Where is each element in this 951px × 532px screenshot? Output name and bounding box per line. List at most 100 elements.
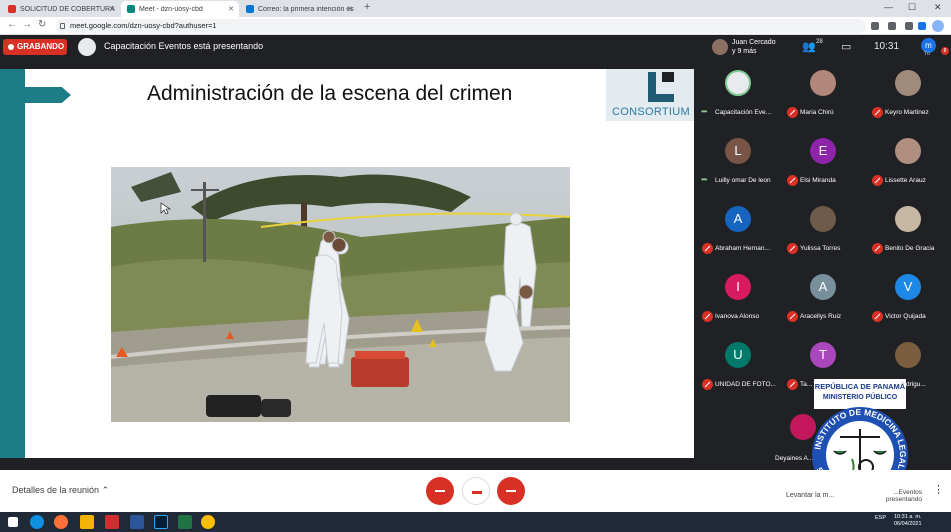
url-input[interactable]: meet.google.com/dzn-uosy-cbd?authuser=1 — [56, 19, 866, 33]
crime-scene-photo — [111, 167, 570, 422]
reload-icon[interactable]: ↻ — [38, 19, 46, 30]
participant-tile[interactable]: V Victor Quijada — [866, 263, 951, 331]
chevron-up-icon: ⌃ — [101, 485, 110, 495]
participant-avatar — [895, 138, 921, 164]
speaking-indicator-icon: ••• — [701, 107, 707, 116]
participant-name: Benito De Gracia — [885, 245, 935, 252]
participant-avatar: I — [725, 274, 751, 300]
people-count: 28 — [816, 39, 823, 45]
tab-correo[interactable]: Correo: la primera intención es la ✕ — [240, 1, 358, 17]
windows-start-icon[interactable] — [8, 517, 18, 527]
mic-muted-icon — [872, 243, 883, 254]
raise-hand-button[interactable]: Levantar la m... — [786, 492, 834, 499]
tab-cobertura[interactable]: SOLICITUD DE COBERTURA PARA ✕ — [2, 1, 120, 17]
close-icon[interactable]: ✕ — [109, 5, 115, 13]
browser-tab-strip: SOLICITUD DE COBERTURA PARA ✕ Meet - dzn… — [0, 0, 951, 17]
participant-avatar — [810, 70, 836, 96]
outlook-icon — [246, 5, 254, 13]
chat-icon[interactable]: ▭ — [841, 40, 851, 53]
participant-name: Lissette Arauz — [885, 177, 926, 184]
edge-icon[interactable] — [30, 515, 44, 529]
participant-tile[interactable]: I Ivanova Alonso — [696, 263, 781, 331]
firefox-icon[interactable] — [54, 515, 68, 529]
participant-avatar: A — [725, 206, 751, 232]
slide-accent-bar — [0, 69, 25, 458]
minimize-icon[interactable]: — — [884, 2, 893, 12]
people-icon[interactable]: 👥 — [802, 40, 816, 53]
star-icon[interactable] — [888, 22, 896, 30]
participant-tile[interactable]: Yulissa Torres — [781, 195, 866, 263]
participant-avatar — [895, 342, 921, 368]
participant-tile[interactable]: Lissette Arauz — [866, 127, 951, 195]
participant-avatar: V — [895, 274, 921, 300]
participant-name: Maria Chirú — [800, 109, 834, 116]
participant-tile[interactable]: Maria Chirú — [781, 59, 866, 127]
extension-icon[interactable] — [905, 22, 913, 30]
language-indicator[interactable]: ESP — [875, 515, 886, 521]
participant-tile[interactable]: ••• Capacitación Eve... — [696, 59, 781, 127]
participant-avatar: T — [810, 342, 836, 368]
mic-muted-icon — [872, 311, 883, 322]
consortium-logo: CONSORTIUM — [606, 69, 694, 121]
participant-avatar: L — [725, 138, 751, 164]
participant-name: Capacitación Eve... — [715, 109, 772, 116]
tab-title: Meet - dzn-uosy-cbd — [139, 5, 203, 13]
participant-avatar — [810, 206, 836, 232]
meeting-details-label: Detalles de la reunión — [12, 485, 100, 495]
participant-tile[interactable]: A Aracellys Ruiz — [781, 263, 866, 331]
tab-title: Correo: la primera intención es la — [258, 5, 354, 13]
sync-icon[interactable] — [918, 22, 926, 30]
taskbar-date: 06/04/2021 — [894, 521, 922, 527]
back-icon[interactable]: ← — [7, 19, 17, 30]
mic-off-button[interactable] — [426, 477, 454, 505]
file-explorer-icon[interactable] — [80, 515, 94, 529]
word-icon[interactable] — [130, 515, 144, 529]
recording-badge: GRABANDO — [3, 39, 67, 55]
participant-name: Luilly omar De leon — [715, 177, 771, 184]
consortium-logo-text: CONSORTIUM — [612, 106, 690, 118]
tab-meet[interactable]: Meet - dzn-uosy-cbd ✕ — [121, 1, 239, 17]
camera-off-button[interactable] — [497, 477, 525, 505]
chrome-icon[interactable] — [201, 515, 215, 529]
participant-avatar — [895, 206, 921, 232]
participant-tile[interactable]: E Elsi Miranda — [781, 127, 866, 195]
meeting-details-button[interactable]: Detalles de la reunión ⌃ — [12, 485, 109, 496]
gmail-icon — [8, 5, 16, 13]
notification-badge: 8 — [941, 47, 949, 55]
excel-icon[interactable] — [178, 515, 192, 529]
windows-taskbar: ESP 10:31 a. m. 06/04/2021 — [0, 512, 951, 532]
participant-name: Yulissa Torres — [800, 245, 841, 252]
address-bar: ← → ↻ meet.google.com/dzn-uosy-cbd?authu… — [0, 17, 951, 35]
participant-name: UNIDAD DE FOTO... — [715, 381, 776, 388]
participant-tile[interactable]: A Abraham Hernan... — [696, 195, 781, 263]
close-icon[interactable]: ✕ — [347, 5, 353, 13]
participant-avatar — [725, 70, 751, 96]
taskbar-clock[interactable]: 10:31 a. m. 06/04/2021 — [894, 514, 922, 528]
participant-avatar: U — [725, 342, 751, 368]
participant-tile[interactable]: L ••• Luilly omar De leon — [696, 127, 781, 195]
mic-muted-icon — [787, 175, 798, 186]
participant-tile[interactable]: Benito De Gracia — [866, 195, 951, 263]
profile-avatar[interactable] — [932, 20, 944, 32]
more-options-icon[interactable]: ⋮ — [933, 483, 944, 496]
lock-icon[interactable] — [60, 23, 65, 29]
mic-muted-icon — [702, 379, 713, 390]
consortium-logo-mark — [648, 72, 674, 102]
seal-top-line2: MINISTERIO PÚBLICO — [823, 392, 898, 401]
speaker-more: y 9 más — [732, 48, 757, 55]
end-call-button[interactable] — [462, 477, 490, 505]
mic-muted-icon — [787, 311, 798, 322]
close-icon[interactable]: ✕ — [228, 5, 234, 13]
photoshop-icon[interactable] — [154, 515, 168, 529]
speaker-name: Juan Cercado — [732, 39, 776, 46]
tab-title: SOLICITUD DE COBERTURA PARA — [20, 5, 116, 13]
maximize-icon[interactable]: ☐ — [908, 2, 916, 13]
new-tab-button[interactable]: + — [364, 1, 370, 13]
participant-tile[interactable]: U UNIDAD DE FOTO... — [696, 331, 781, 399]
participant-tile[interactable]: Keyro Martinez — [866, 59, 951, 127]
participant-name: Elsi Miranda — [800, 177, 836, 184]
forward-icon[interactable]: → — [22, 19, 32, 30]
window-close-icon[interactable]: ✕ — [934, 2, 942, 13]
camera-icon[interactable] — [871, 22, 879, 30]
acrobat-icon[interactable] — [105, 515, 119, 529]
